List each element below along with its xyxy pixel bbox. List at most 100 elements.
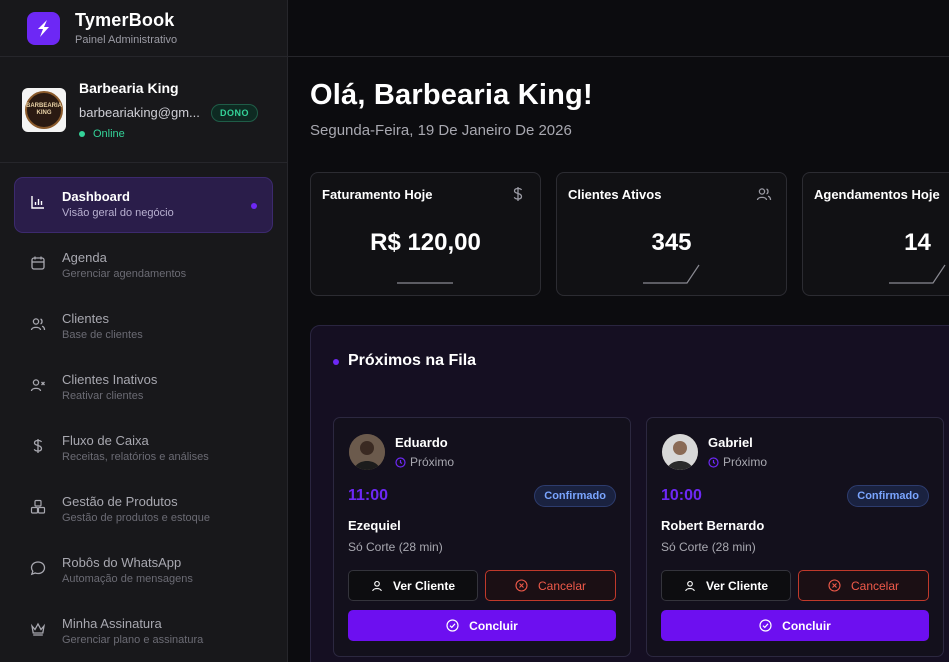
stat-card-clientes-ativos: Clientes Ativos 345 bbox=[556, 172, 787, 296]
sidebar-item-agenda[interactable]: Agenda Gerenciar agendamentos bbox=[14, 238, 273, 294]
clock-icon bbox=[708, 456, 719, 468]
sidebar: TymerBook Painel Administrativo BARBEARI… bbox=[0, 0, 288, 662]
sidebar-item-label: Fluxo de Caixa bbox=[62, 433, 149, 448]
x-circle-icon bbox=[515, 579, 528, 592]
sidebar-item-desc: Visão geral do negócio bbox=[62, 207, 174, 219]
brand-header[interactable]: TymerBook Painel Administrativo bbox=[0, 0, 287, 57]
barber-name: Gabriel bbox=[708, 435, 753, 450]
queue-status: Próximo bbox=[708, 455, 767, 469]
stat-card-faturamento: Faturamento Hoje R$ 120,00 bbox=[310, 172, 541, 296]
page-title: Olá, Barbearia King! bbox=[310, 79, 593, 111]
barber-name: Eduardo bbox=[395, 435, 448, 450]
queue-title: Próximos na Fila bbox=[348, 352, 477, 369]
complete-button[interactable]: Concluir bbox=[348, 610, 616, 641]
dollar-icon bbox=[33, 439, 43, 453]
profile-email: barbeariaking@gm... bbox=[79, 105, 200, 120]
check-circle-icon bbox=[759, 619, 772, 632]
service-name: Só Corte (28 min) bbox=[348, 540, 443, 554]
cancel-label: Cancelar bbox=[537, 578, 587, 593]
stat-title: Agendamentos Hoje bbox=[814, 187, 940, 202]
complete-label: Concluir bbox=[469, 618, 518, 633]
status-badge: Confirmado bbox=[847, 485, 929, 507]
clock-icon bbox=[395, 456, 406, 468]
bolt-logo-icon bbox=[27, 11, 60, 45]
view-client-label: Ver Cliente bbox=[705, 578, 769, 593]
view-client-label: Ver Cliente bbox=[392, 578, 456, 593]
sidebar-item-desc: Gerenciar agendamentos bbox=[62, 268, 187, 280]
appointment-card: Gabriel Próximo 10:00 Confirmado Robert … bbox=[646, 417, 944, 657]
status-badge: Confirmado bbox=[534, 485, 616, 507]
profile-name: Barbearia King bbox=[79, 79, 179, 96]
view-client-button[interactable]: Ver Cliente bbox=[661, 570, 791, 601]
sidebar-item-label: Clientes bbox=[62, 311, 109, 326]
view-client-button[interactable]: Ver Cliente bbox=[348, 570, 478, 601]
online-status-label: Online bbox=[93, 127, 125, 140]
sidebar-item-label: Robôs do WhatsApp bbox=[62, 555, 182, 570]
sidebar-item-clientes-inativos[interactable]: Clientes Inativos Reativar clientes bbox=[14, 360, 273, 416]
sidebar-item-label: Dashboard bbox=[62, 189, 130, 204]
sidebar-item-desc: Gerenciar plano e assinatura bbox=[62, 634, 204, 646]
sidebar-item-desc: Base de clientes bbox=[62, 329, 143, 341]
sidebar-item-fluxo-de-caixa[interactable]: Fluxo de Caixa Receitas, relatórios e an… bbox=[14, 421, 273, 477]
user-x-icon bbox=[30, 379, 45, 392]
appointment-card: Eduardo Próximo 11:00 Confirmado Ezequie… bbox=[333, 417, 631, 657]
current-date: Segunda-Feira, 19 De Janeiro De 2026 bbox=[310, 122, 572, 139]
stat-value: 345 bbox=[651, 229, 692, 256]
stat-value: R$ 120,00 bbox=[370, 229, 481, 256]
service-name: Só Corte (28 min) bbox=[661, 540, 756, 554]
user-icon bbox=[685, 580, 695, 591]
app-root: TymerBook Painel Administrativo BARBEARI… bbox=[0, 0, 949, 662]
users-icon bbox=[756, 188, 772, 201]
sidebar-item-robos-whatsapp[interactable]: Robôs do WhatsApp Automação de mensagens bbox=[14, 543, 273, 599]
role-badge: DONO bbox=[211, 103, 258, 122]
calendar-icon bbox=[31, 256, 45, 270]
boxes-icon bbox=[30, 499, 46, 514]
sparkline-up bbox=[643, 264, 700, 284]
sidebar-item-label: Clientes Inativos bbox=[62, 372, 158, 387]
shop-logo-avatar: BARBEARIA KING bbox=[22, 87, 66, 132]
queue-status: Próximo bbox=[395, 455, 454, 469]
cancel-button[interactable]: Cancelar bbox=[485, 570, 616, 601]
stat-card-agendamentos: Agendamentos Hoje 14 bbox=[802, 172, 949, 296]
appointment-time: 11:00 bbox=[348, 487, 389, 504]
cancel-button[interactable]: Cancelar bbox=[798, 570, 929, 601]
sidebar-item-desc: Gestão de produtos e estoque bbox=[62, 512, 210, 524]
complete-button[interactable]: Concluir bbox=[661, 610, 929, 641]
appointment-time: 10:00 bbox=[661, 487, 702, 504]
message-icon bbox=[30, 561, 46, 576]
sidebar-item-gestao-de-produtos[interactable]: Gestão de Produtos Gestão de produtos e … bbox=[14, 482, 273, 538]
client-name: Robert Bernardo bbox=[661, 518, 765, 533]
sidebar-item-clientes[interactable]: Clientes Base de clientes bbox=[14, 299, 273, 355]
stat-title: Clientes Ativos bbox=[568, 187, 662, 202]
profile-card[interactable]: BARBEARIA KING Barbearia King barbeariak… bbox=[0, 57, 287, 163]
check-circle-icon bbox=[446, 619, 459, 632]
active-indicator-dot bbox=[251, 203, 257, 209]
sidebar-item-minha-assinatura[interactable]: Minha Assinatura Gerenciar plano e assin… bbox=[14, 604, 273, 660]
main-content: Olá, Barbearia King! Segunda-Feira, 19 D… bbox=[288, 57, 949, 662]
sidebar-item-label: Gestão de Produtos bbox=[62, 494, 178, 509]
sidebar-item-dashboard[interactable]: Dashboard Visão geral do negócio bbox=[14, 177, 273, 233]
queue-title-dot bbox=[333, 359, 339, 365]
shop-logo-text-bottom: KING bbox=[36, 109, 52, 116]
stat-value: 14 bbox=[904, 229, 931, 256]
sidebar-item-label: Minha Assinatura bbox=[62, 616, 162, 631]
brand-name: TymerBook bbox=[75, 10, 175, 30]
users-icon bbox=[30, 318, 46, 331]
x-circle-icon bbox=[828, 579, 841, 592]
sidebar-item-desc: Automação de mensagens bbox=[62, 573, 193, 585]
crown-icon bbox=[30, 622, 46, 636]
user-icon bbox=[372, 580, 382, 591]
sidebar-nav: Dashboard Visão geral do negócio Agenda … bbox=[0, 163, 287, 660]
chart-icon bbox=[31, 196, 44, 209]
sparkline-up bbox=[889, 264, 946, 284]
queue-status-label: Próximo bbox=[723, 455, 768, 469]
sidebar-item-desc: Reativar clientes bbox=[62, 390, 144, 402]
online-status: Online bbox=[79, 128, 258, 140]
sidebar-item-label: Agenda bbox=[62, 250, 107, 265]
shop-logo-text-top: BARBEARIA bbox=[26, 102, 62, 109]
cancel-label: Cancelar bbox=[850, 578, 900, 593]
top-bar bbox=[288, 0, 949, 57]
sidebar-item-desc: Receitas, relatórios e análises bbox=[62, 451, 209, 463]
complete-label: Concluir bbox=[782, 618, 831, 633]
dollar-icon bbox=[513, 187, 523, 201]
